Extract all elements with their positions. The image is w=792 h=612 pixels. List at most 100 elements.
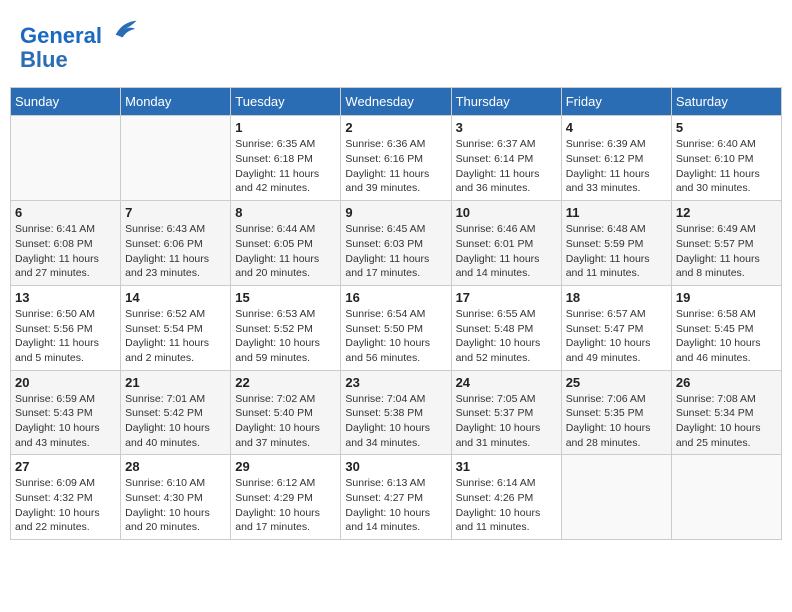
day-info: Sunrise: 7:06 AM Sunset: 5:35 PM Dayligh… bbox=[566, 392, 667, 451]
day-info: Sunrise: 6:12 AM Sunset: 4:29 PM Dayligh… bbox=[235, 476, 336, 535]
day-number: 17 bbox=[456, 290, 557, 305]
calendar-cell: 27 Sunrise: 6:09 AM Sunset: 4:32 PM Dayli… bbox=[11, 455, 121, 540]
day-info: Sunrise: 6:49 AM Sunset: 5:57 PM Dayligh… bbox=[676, 222, 777, 281]
day-info: Sunrise: 6:35 AM Sunset: 6:18 PM Dayligh… bbox=[235, 137, 336, 196]
calendar-cell: 10 Sunrise: 6:46 AM Sunset: 6:01 PM Dayli… bbox=[451, 201, 561, 286]
calendar-week-4: 20 Sunrise: 6:59 AM Sunset: 5:43 PM Dayli… bbox=[11, 370, 782, 455]
day-info: Sunrise: 6:14 AM Sunset: 4:26 PM Dayligh… bbox=[456, 476, 557, 535]
day-info: Sunrise: 6:50 AM Sunset: 5:56 PM Dayligh… bbox=[15, 307, 116, 366]
day-number: 13 bbox=[15, 290, 116, 305]
day-info: Sunrise: 6:45 AM Sunset: 6:03 PM Dayligh… bbox=[345, 222, 446, 281]
day-info: Sunrise: 6:46 AM Sunset: 6:01 PM Dayligh… bbox=[456, 222, 557, 281]
calendar-week-5: 27 Sunrise: 6:09 AM Sunset: 4:32 PM Dayli… bbox=[11, 455, 782, 540]
calendar-cell: 29 Sunrise: 6:12 AM Sunset: 4:29 PM Dayli… bbox=[231, 455, 341, 540]
logo: General Blue bbox=[20, 15, 138, 72]
weekday-header-monday: Monday bbox=[121, 88, 231, 116]
day-info: Sunrise: 6:55 AM Sunset: 5:48 PM Dayligh… bbox=[456, 307, 557, 366]
day-number: 2 bbox=[345, 120, 446, 135]
calendar-cell: 11 Sunrise: 6:48 AM Sunset: 5:59 PM Dayli… bbox=[561, 201, 671, 286]
day-info: Sunrise: 6:57 AM Sunset: 5:47 PM Dayligh… bbox=[566, 307, 667, 366]
day-number: 24 bbox=[456, 375, 557, 390]
day-info: Sunrise: 7:08 AM Sunset: 5:34 PM Dayligh… bbox=[676, 392, 777, 451]
day-number: 27 bbox=[15, 459, 116, 474]
day-number: 22 bbox=[235, 375, 336, 390]
calendar-cell: 13 Sunrise: 6:50 AM Sunset: 5:56 PM Dayli… bbox=[11, 285, 121, 370]
calendar-cell: 19Sunrise: 6:58 AM Sunset: 5:45 PM Dayli… bbox=[671, 285, 781, 370]
calendar-cell: 4 Sunrise: 6:39 AM Sunset: 6:12 PM Daylig… bbox=[561, 116, 671, 201]
day-number: 30 bbox=[345, 459, 446, 474]
calendar-table: SundayMondayTuesdayWednesdayThursdayFrid… bbox=[10, 87, 782, 540]
calendar-cell: 20 Sunrise: 6:59 AM Sunset: 5:43 PM Dayli… bbox=[11, 370, 121, 455]
weekday-header-row: SundayMondayTuesdayWednesdayThursdayFrid… bbox=[11, 88, 782, 116]
day-number: 21 bbox=[125, 375, 226, 390]
calendar-cell: 8Sunrise: 6:44 AM Sunset: 6:05 PM Daylig… bbox=[231, 201, 341, 286]
day-number: 10 bbox=[456, 205, 557, 220]
day-number: 7 bbox=[125, 205, 226, 220]
logo-bird-icon bbox=[110, 15, 138, 43]
day-number: 19 bbox=[676, 290, 777, 305]
day-number: 29 bbox=[235, 459, 336, 474]
day-info: Sunrise: 7:02 AM Sunset: 5:40 PM Dayligh… bbox=[235, 392, 336, 451]
day-number: 14 bbox=[125, 290, 226, 305]
day-info: Sunrise: 6:54 AM Sunset: 5:50 PM Dayligh… bbox=[345, 307, 446, 366]
weekday-header-tuesday: Tuesday bbox=[231, 88, 341, 116]
calendar-cell: 18 Sunrise: 6:57 AM Sunset: 5:47 PM Dayli… bbox=[561, 285, 671, 370]
day-info: Sunrise: 7:04 AM Sunset: 5:38 PM Dayligh… bbox=[345, 392, 446, 451]
weekday-header-saturday: Saturday bbox=[671, 88, 781, 116]
day-number: 6 bbox=[15, 205, 116, 220]
day-info: Sunrise: 6:43 AM Sunset: 6:06 PM Dayligh… bbox=[125, 222, 226, 281]
calendar-week-3: 13 Sunrise: 6:50 AM Sunset: 5:56 PM Dayli… bbox=[11, 285, 782, 370]
calendar-cell bbox=[671, 455, 781, 540]
day-info: Sunrise: 6:59 AM Sunset: 5:43 PM Dayligh… bbox=[15, 392, 116, 451]
day-number: 16 bbox=[345, 290, 446, 305]
calendar-cell: 22 Sunrise: 7:02 AM Sunset: 5:40 PM Dayli… bbox=[231, 370, 341, 455]
calendar-cell: 2Sunrise: 6:36 AM Sunset: 6:16 PM Daylig… bbox=[341, 116, 451, 201]
calendar-cell: 1 Sunrise: 6:35 AM Sunset: 6:18 PM Daylig… bbox=[231, 116, 341, 201]
day-number: 8 bbox=[235, 205, 336, 220]
weekday-header-thursday: Thursday bbox=[451, 88, 561, 116]
day-info: Sunrise: 6:09 AM Sunset: 4:32 PM Dayligh… bbox=[15, 476, 116, 535]
weekday-header-sunday: Sunday bbox=[11, 88, 121, 116]
day-number: 23 bbox=[345, 375, 446, 390]
logo-text: General Blue bbox=[20, 15, 138, 72]
calendar-cell: 9Sunrise: 6:45 AM Sunset: 6:03 PM Daylig… bbox=[341, 201, 451, 286]
day-number: 25 bbox=[566, 375, 667, 390]
day-info: Sunrise: 6:13 AM Sunset: 4:27 PM Dayligh… bbox=[345, 476, 446, 535]
day-number: 11 bbox=[566, 205, 667, 220]
calendar-cell: 28Sunrise: 6:10 AM Sunset: 4:30 PM Dayli… bbox=[121, 455, 231, 540]
weekday-header-friday: Friday bbox=[561, 88, 671, 116]
day-number: 18 bbox=[566, 290, 667, 305]
day-number: 28 bbox=[125, 459, 226, 474]
day-info: Sunrise: 7:05 AM Sunset: 5:37 PM Dayligh… bbox=[456, 392, 557, 451]
day-info: Sunrise: 6:41 AM Sunset: 6:08 PM Dayligh… bbox=[15, 222, 116, 281]
day-info: Sunrise: 6:53 AM Sunset: 5:52 PM Dayligh… bbox=[235, 307, 336, 366]
calendar-cell: 23 Sunrise: 7:04 AM Sunset: 5:38 PM Dayli… bbox=[341, 370, 451, 455]
page-header: General Blue bbox=[10, 10, 782, 77]
day-number: 4 bbox=[566, 120, 667, 135]
day-info: Sunrise: 6:52 AM Sunset: 5:54 PM Dayligh… bbox=[125, 307, 226, 366]
calendar-cell bbox=[561, 455, 671, 540]
day-number: 3 bbox=[456, 120, 557, 135]
day-number: 26 bbox=[676, 375, 777, 390]
calendar-cell: 17 Sunrise: 6:55 AM Sunset: 5:48 PM Dayli… bbox=[451, 285, 561, 370]
calendar-cell: 15 Sunrise: 6:53 AM Sunset: 5:52 PM Dayli… bbox=[231, 285, 341, 370]
calendar-cell: 25 Sunrise: 7:06 AM Sunset: 5:35 PM Dayli… bbox=[561, 370, 671, 455]
calendar-cell: 31 Sunrise: 6:14 AM Sunset: 4:26 PM Dayli… bbox=[451, 455, 561, 540]
calendar-cell: 24 Sunrise: 7:05 AM Sunset: 5:37 PM Dayli… bbox=[451, 370, 561, 455]
day-info: Sunrise: 6:37 AM Sunset: 6:14 PM Dayligh… bbox=[456, 137, 557, 196]
day-info: Sunrise: 6:39 AM Sunset: 6:12 PM Dayligh… bbox=[566, 137, 667, 196]
calendar-cell: 6 Sunrise: 6:41 AM Sunset: 6:08 PM Daylig… bbox=[11, 201, 121, 286]
calendar-cell: 3 Sunrise: 6:37 AM Sunset: 6:14 PM Daylig… bbox=[451, 116, 561, 201]
day-info: Sunrise: 6:40 AM Sunset: 6:10 PM Dayligh… bbox=[676, 137, 777, 196]
day-number: 1 bbox=[235, 120, 336, 135]
calendar-cell: 30 Sunrise: 6:13 AM Sunset: 4:27 PM Dayli… bbox=[341, 455, 451, 540]
day-info: Sunrise: 7:01 AM Sunset: 5:42 PM Dayligh… bbox=[125, 392, 226, 451]
day-info: Sunrise: 6:48 AM Sunset: 5:59 PM Dayligh… bbox=[566, 222, 667, 281]
day-number: 31 bbox=[456, 459, 557, 474]
calendar-cell: 7 Sunrise: 6:43 AM Sunset: 6:06 PM Daylig… bbox=[121, 201, 231, 286]
day-number: 15 bbox=[235, 290, 336, 305]
calendar-cell: 14 Sunrise: 6:52 AM Sunset: 5:54 PM Dayli… bbox=[121, 285, 231, 370]
day-number: 12 bbox=[676, 205, 777, 220]
calendar-cell bbox=[11, 116, 121, 201]
day-number: 20 bbox=[15, 375, 116, 390]
